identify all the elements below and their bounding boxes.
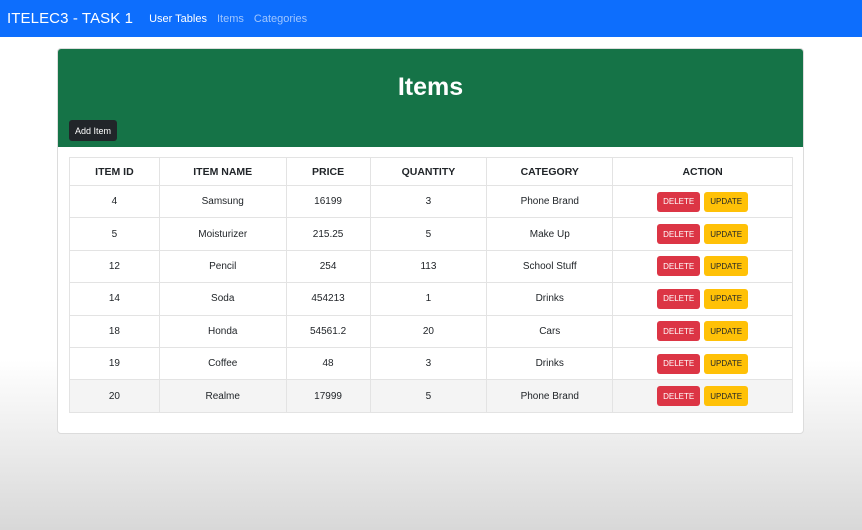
update-button[interactable]: UPDATE <box>704 288 749 309</box>
cell-item-name: Moisturizer <box>158 217 287 251</box>
update-button[interactable]: UPDATE <box>704 353 749 374</box>
cell-price: 454213 <box>285 282 371 316</box>
update-button[interactable]: UPDATE <box>704 256 749 277</box>
delete-button[interactable]: DELETE <box>657 256 701 277</box>
update-button[interactable]: UPDATE <box>704 224 749 245</box>
cell-price: 16199 <box>285 184 371 219</box>
items-table: ITEM ID ITEM NAME PRICE QUANTITY CATEGOR… <box>69 157 793 413</box>
update-button[interactable]: UPDATE <box>704 386 749 407</box>
cell-item-id: 4 <box>69 184 160 219</box>
page-title: Items <box>397 73 464 101</box>
cell-item-id: 5 <box>69 217 160 251</box>
cell-quantity: 113 <box>369 249 488 284</box>
navbar: ITELEC3 - TASK 1 User Tables Items Categ… <box>0 0 862 37</box>
cell-action: DELETE UPDATE <box>612 249 793 284</box>
cell-item-id: 18 <box>69 314 160 348</box>
nav-link-user-tables[interactable]: User Tables <box>149 13 207 25</box>
column-header-quantity: QUANTITY <box>369 157 488 186</box>
cell-item-id: 20 <box>69 379 160 413</box>
cell-item-id: 14 <box>69 282 160 316</box>
row-actions: DELETE UPDATE <box>613 386 792 407</box>
delete-button[interactable]: DELETE <box>657 288 701 309</box>
cell-item-name: Realme <box>158 379 287 413</box>
delete-button[interactable]: DELETE <box>657 353 701 374</box>
cell-price: 17999 <box>285 379 371 413</box>
cell-price: 48 <box>285 346 371 381</box>
column-header-item-id: ITEM ID <box>69 157 160 186</box>
table-row: 5 Moisturizer 215.25 5 Make Up DELETE UP… <box>69 217 793 251</box>
cell-action: DELETE UPDATE <box>612 314 793 348</box>
table-row: 4 Samsung 16199 3 Phone Brand DELETE UPD… <box>69 184 793 219</box>
row-actions: DELETE UPDATE <box>613 191 792 212</box>
cell-category: Phone Brand <box>486 379 614 413</box>
cell-action: DELETE UPDATE <box>612 217 793 251</box>
cell-category: Drinks <box>486 346 614 381</box>
delete-button[interactable]: DELETE <box>657 386 701 407</box>
row-actions: DELETE UPDATE <box>613 256 792 277</box>
row-actions: DELETE UPDATE <box>613 288 792 309</box>
cell-item-name: Soda <box>158 282 287 316</box>
cell-action: DELETE UPDATE <box>612 379 793 413</box>
row-actions: DELETE UPDATE <box>613 321 792 342</box>
cell-quantity: 1 <box>369 282 488 316</box>
row-actions: DELETE UPDATE <box>613 224 792 245</box>
delete-button[interactable]: DELETE <box>657 321 701 342</box>
cell-action: DELETE UPDATE <box>612 184 793 219</box>
update-button[interactable]: UPDATE <box>704 191 749 212</box>
delete-button[interactable]: DELETE <box>657 224 701 245</box>
cell-category: Make Up <box>486 217 614 251</box>
cell-quantity: 20 <box>369 314 488 348</box>
row-actions: DELETE UPDATE <box>613 353 792 374</box>
cell-price: 254 <box>285 249 371 284</box>
cell-quantity: 5 <box>369 217 488 251</box>
column-header-item-name: ITEM NAME <box>158 157 287 186</box>
cell-item-id: 19 <box>69 346 160 381</box>
cell-price: 54561.2 <box>285 314 371 348</box>
cell-action: DELETE UPDATE <box>612 282 793 316</box>
table-header-row: ITEM ID ITEM NAME PRICE QUANTITY CATEGOR… <box>69 157 793 186</box>
brand-link[interactable]: ITELEC3 - TASK 1 <box>7 10 133 27</box>
delete-button[interactable]: DELETE <box>657 191 701 212</box>
column-header-action: ACTION <box>612 157 793 186</box>
table-row: 12 Pencil 254 113 School Stuff DELETE UP… <box>69 249 793 284</box>
column-header-price: PRICE <box>285 157 371 186</box>
table-row: 14 Soda 454213 1 Drinks DELETE UPDATE <box>69 282 793 316</box>
add-item-button[interactable]: Add Item <box>69 120 118 141</box>
items-card: Items Add Item ITEM ID ITEM NAME PRICE Q… <box>57 48 804 434</box>
cell-category: Drinks <box>486 282 614 316</box>
cell-price: 215.25 <box>285 217 371 251</box>
cell-category: Cars <box>486 314 614 348</box>
table-row: 20 Realme 17999 5 Phone Brand DELETE UPD… <box>69 379 793 413</box>
cell-category: School Stuff <box>486 249 614 284</box>
cell-item-name: Honda <box>158 314 287 348</box>
column-header-category: CATEGORY <box>486 157 614 186</box>
update-button[interactable]: UPDATE <box>704 321 749 342</box>
cell-quantity: 3 <box>369 346 488 381</box>
cell-item-name: Pencil <box>158 249 287 284</box>
cell-action: DELETE UPDATE <box>612 346 793 381</box>
cell-quantity: 3 <box>369 184 488 219</box>
cell-category: Phone Brand <box>486 184 614 219</box>
cell-item-name: Coffee <box>158 346 287 381</box>
nav-link-categories[interactable]: Categories <box>254 13 307 25</box>
cell-item-name: Samsung <box>158 184 287 219</box>
table-row: 18 Honda 54561.2 20 Cars DELETE UPDATE <box>69 314 793 348</box>
cell-item-id: 12 <box>69 249 160 284</box>
card-header: Items Add Item <box>58 49 803 147</box>
table-row: 19 Coffee 48 3 Drinks DELETE UPDATE <box>69 346 793 381</box>
cell-quantity: 5 <box>369 379 488 413</box>
nav-link-items[interactable]: Items <box>217 13 244 25</box>
